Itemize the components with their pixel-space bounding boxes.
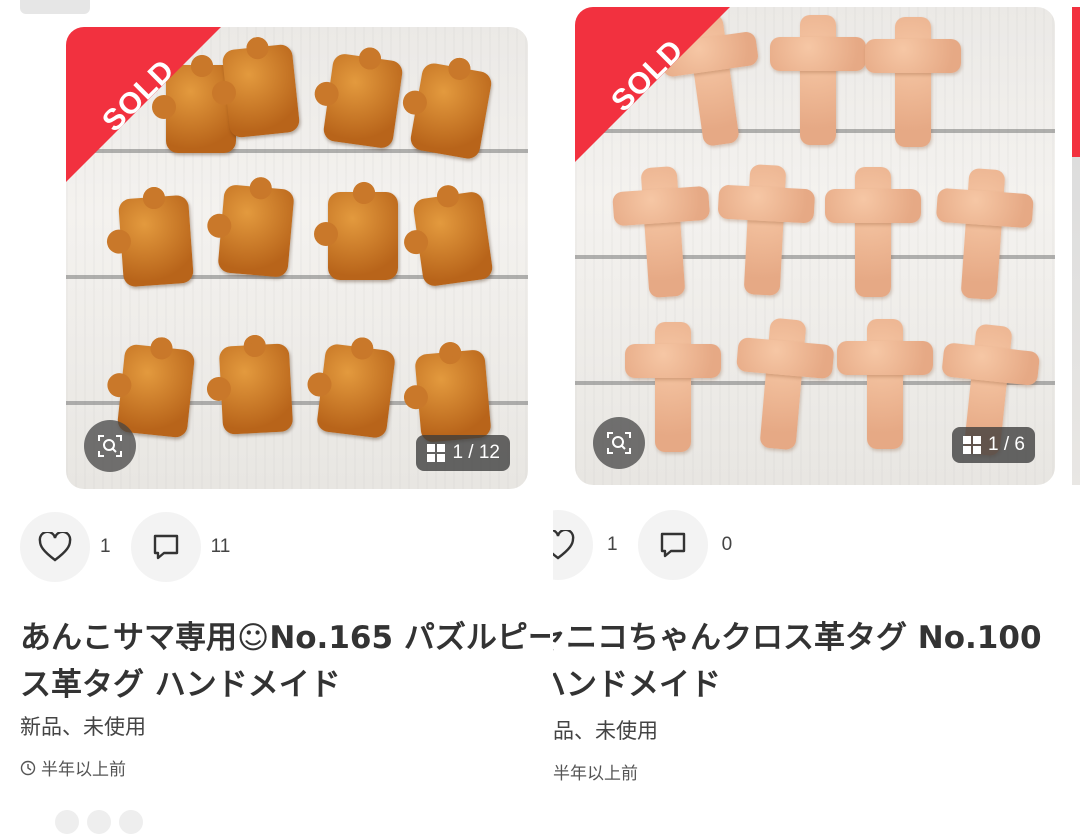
comment-count: 11	[210, 536, 231, 557]
like-count: 1	[607, 534, 618, 555]
image-counter[interactable]: 1 / 6	[952, 427, 1035, 463]
puzzle-tag	[221, 43, 301, 139]
product-card[interactable]: SOLD 1 / 12 1 11 あんこサマ専用☺No.165 パズルピー ス革…	[0, 0, 550, 834]
heart-icon	[553, 530, 575, 560]
posted-time: 半年以上前	[20, 755, 126, 780]
cross-tag	[730, 315, 837, 453]
cross-tag	[714, 163, 817, 298]
comment-button[interactable]	[637, 510, 708, 580]
clock-icon	[20, 760, 36, 775]
title-line: あんこサマ専用☺No.165 パズルピー	[20, 620, 550, 656]
cross-tag	[825, 167, 921, 297]
like-button[interactable]	[20, 512, 90, 582]
puzzle-tag	[412, 190, 494, 288]
item-condition: 新品、未使用	[20, 715, 146, 739]
image-counter[interactable]: 1 / 12	[416, 435, 510, 471]
image-counter-text: 1 / 12	[452, 442, 500, 463]
next-card-edge[interactable]	[1072, 7, 1080, 485]
product-title[interactable]: あんこサマ専用☺No.165 パズルピー ス革タグ ハンドメイド	[20, 615, 550, 709]
puzzle-tag	[218, 343, 294, 435]
puzzle-tag	[118, 194, 194, 288]
cross-tag	[770, 15, 866, 145]
image-counter-text: 1 / 6	[988, 434, 1025, 455]
puzzle-tag	[322, 52, 404, 150]
title-line: ハンドメイド	[553, 667, 721, 703]
cross-tag	[837, 319, 933, 449]
engagement-bar: 1 0	[553, 510, 732, 580]
posted-time-text: 半年以上前	[41, 760, 126, 780]
puzzle-tag	[314, 182, 398, 280]
comment-count: 0	[721, 534, 733, 555]
like-count: 1	[100, 536, 111, 557]
product-photo[interactable]: SOLD 1 / 6	[575, 7, 1055, 485]
product-photo[interactable]: SOLD 1 / 12	[66, 27, 528, 489]
gallery-grid-icon	[427, 444, 446, 462]
heart-icon	[38, 532, 72, 562]
image-search-icon	[607, 432, 631, 454]
image-search-button[interactable]	[84, 420, 136, 472]
puzzle-tag	[315, 343, 397, 439]
puzzle-tag	[217, 184, 295, 278]
cross-tag	[931, 166, 1036, 302]
product-card[interactable]: SOLD 1 / 6 1 0 ャニコちゃんクロス革タグ No.100 ハンドメイ…	[553, 0, 1080, 825]
item-condition: 品、未使用	[553, 719, 658, 743]
posted-time-text: 半年以上前	[553, 764, 638, 784]
puzzle-tag	[414, 349, 492, 443]
image-search-button[interactable]	[593, 417, 645, 469]
cross-tag	[865, 17, 961, 147]
comment-button[interactable]	[130, 512, 201, 582]
like-button[interactable]	[553, 510, 593, 580]
title-line: ス革タグ ハンドメイド	[20, 667, 341, 703]
engagement-bar: 1 11	[20, 512, 230, 582]
comment-icon	[660, 532, 685, 558]
loading-dots	[55, 810, 143, 834]
product-title[interactable]: ャニコちゃんクロス革タグ No.100 ハンドメイド	[553, 615, 1042, 709]
cross-tag	[611, 164, 716, 300]
puzzle-tag	[116, 343, 196, 439]
comment-icon	[153, 534, 178, 560]
gallery-grid-icon	[963, 436, 982, 454]
posted-time: 半年以上前	[553, 759, 638, 784]
title-line: ャニコちゃんクロス革タグ No.100	[553, 620, 1042, 656]
image-search-icon	[98, 435, 122, 457]
puzzle-tag	[408, 61, 494, 161]
